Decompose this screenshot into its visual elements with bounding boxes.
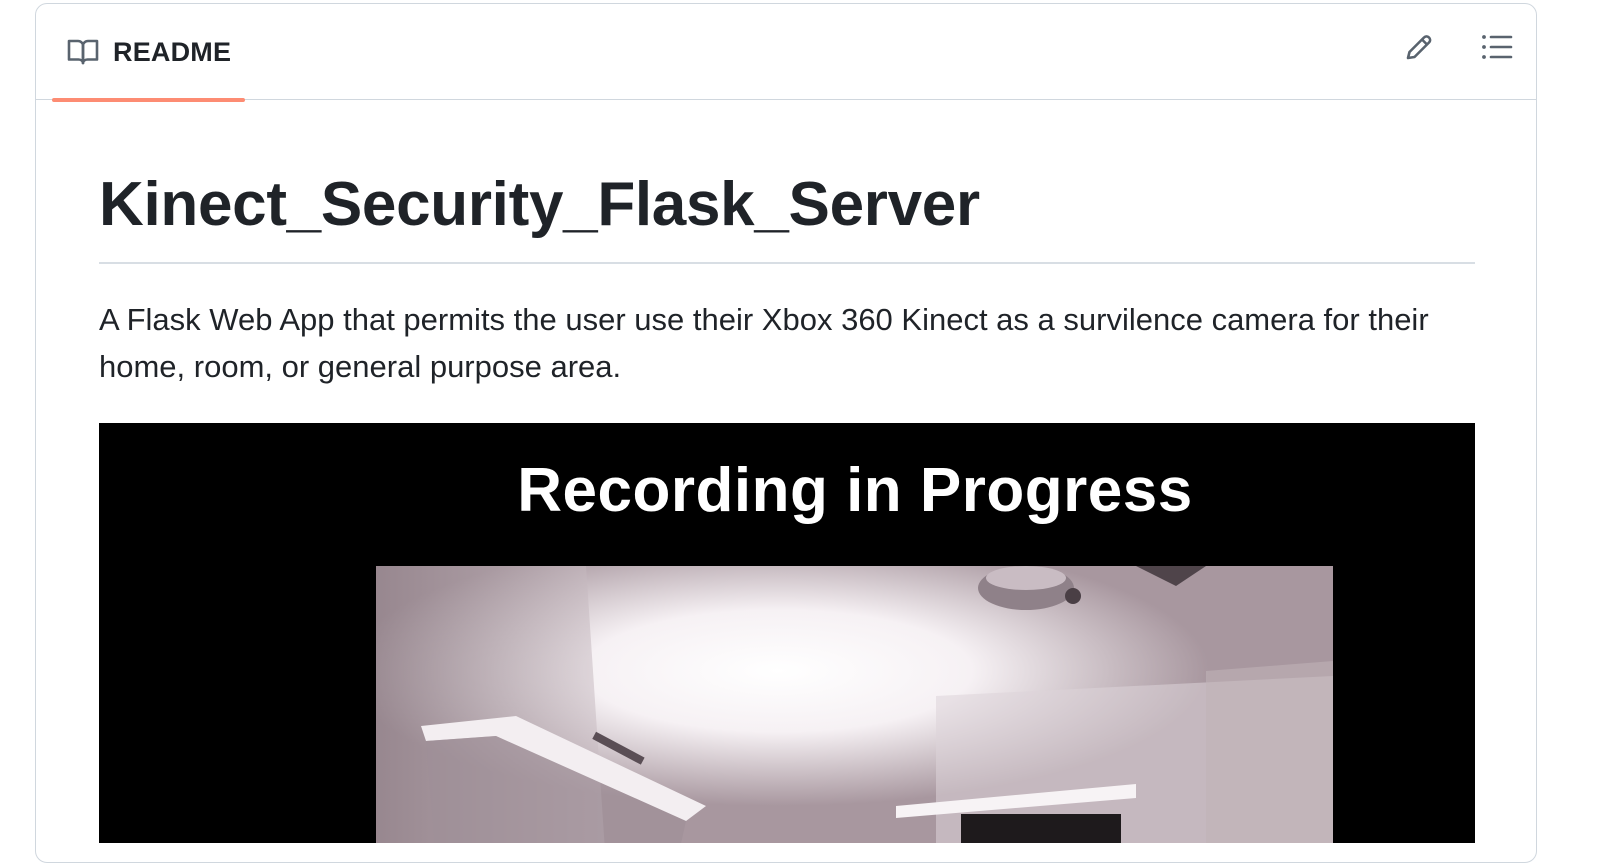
list-icon	[1481, 33, 1513, 61]
readme-panel: README Kinect_Security_Flask_Server A Fl…	[35, 3, 1537, 863]
readme-actions	[1402, 30, 1514, 64]
readme-header: README	[36, 4, 1536, 102]
edit-file-button[interactable]	[1402, 30, 1436, 64]
page-title: Kinect_Security_Flask_Server	[99, 170, 980, 239]
demo-screenshot[interactable]: Recording in Progress	[99, 423, 1475, 843]
readme-article: Kinect_Security_Flask_Server A Flask Web…	[99, 100, 1475, 843]
book-icon	[67, 38, 99, 66]
project-description: A Flask Web App that permits the user us…	[99, 302, 1429, 384]
pencil-icon	[1404, 32, 1434, 62]
title-divider	[99, 262, 1475, 264]
tab-readme-label: README	[113, 36, 232, 67]
tab-readme[interactable]: README	[52, 4, 245, 102]
outline-button[interactable]	[1480, 30, 1514, 64]
camera-feed-image	[376, 566, 1333, 843]
demo-caption: Recording in Progress	[517, 456, 1193, 525]
